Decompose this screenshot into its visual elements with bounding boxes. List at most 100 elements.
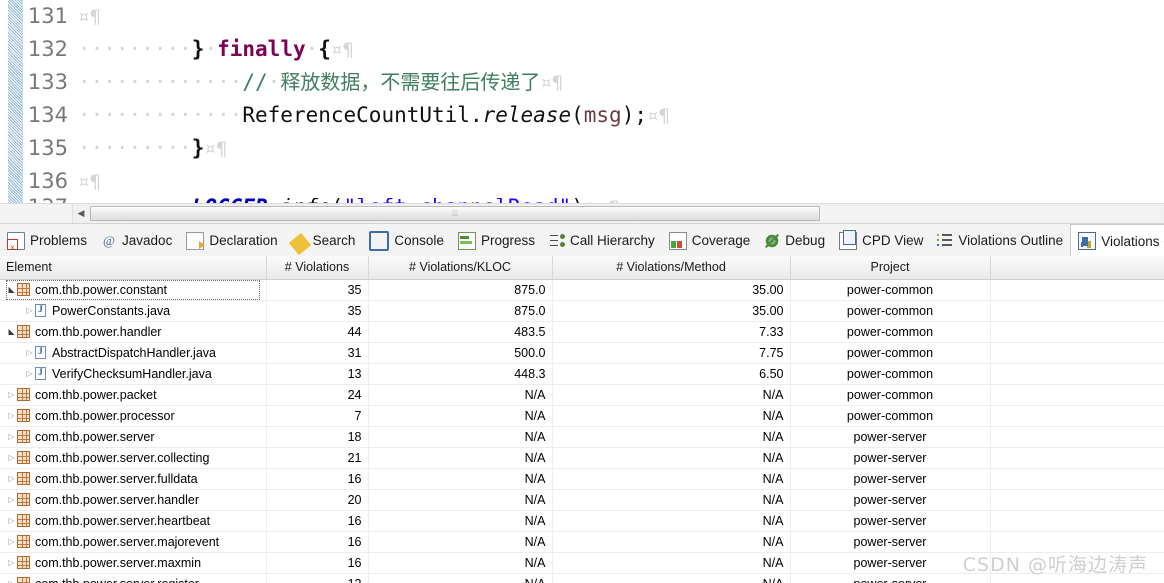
tree-collapsed-arrow-icon[interactable]: ▷ (6, 490, 17, 510)
code-line[interactable]: 136 ¤¶ (22, 165, 1164, 198)
column-header--violations[interactable]: # Violations (266, 256, 369, 280)
tree-expanded-arrow-icon[interactable]: ◢ (2, 284, 22, 295)
tab-coverage[interactable]: Coverage (662, 224, 758, 257)
table-row[interactable]: ◢ com.thb.power.handler 44 483.5 7.33 power-c… (0, 321, 1164, 343)
element-cell[interactable]: ◢ com.thb.power.handler (0, 321, 267, 343)
element-cell[interactable]: ▷ VerifyChecksumHandler.java (0, 363, 267, 385)
tree-expanded-arrow-icon[interactable]: ◢ (2, 326, 22, 337)
package-icon (17, 577, 30, 583)
element-cell[interactable]: ▷ com.thb.power.server.handler (0, 489, 267, 511)
column-header--violations-kloc[interactable]: # Violations/KLOC (368, 256, 553, 280)
table-row[interactable]: ▷ com.thb.power.server.handler 20 N/A N/A pow… (0, 489, 1164, 511)
table-row[interactable]: ▷ com.thb.power.server.maxmin 16 N/A N/A powe… (0, 552, 1164, 574)
element-cell[interactable]: ▷ com.thb.power.server.register (0, 573, 267, 583)
tab-console[interactable]: Console (362, 224, 451, 257)
table-row[interactable]: ▷ com.thb.power.packet 24 N/A N/A power-commo… (0, 384, 1164, 406)
tab-violations-outline[interactable]: Violations Outline (930, 224, 1070, 257)
violations-overview-table[interactable]: Element # Violations # Violations/KLOC # Vi… (0, 256, 1164, 583)
tree-collapsed-arrow-icon[interactable]: ▷ (6, 448, 17, 468)
table-row[interactable]: ▷ com.thb.power.server.majorevent 16 N/A N/A… (0, 531, 1164, 553)
table-header-row[interactable]: Element # Violations # Violations/KLOC # Vi… (0, 256, 1164, 280)
column-header-project[interactable]: Project (790, 256, 991, 280)
table-row[interactable]: ▷ VerifyChecksumHandler.java 13448.36.50po… (0, 363, 1164, 385)
violations-per-kloc-cell: N/A (368, 531, 553, 553)
tree-collapsed-arrow-icon[interactable]: ▷ (6, 406, 17, 426)
code-token-dots: ········· (78, 37, 192, 61)
code-line[interactable]: 135 ·········}¤¶ (22, 132, 1164, 165)
element-cell[interactable]: ▷ com.thb.power.server.majorevent (0, 531, 267, 553)
tree-collapsed-arrow-icon[interactable]: ▷ (24, 343, 35, 363)
tab-search[interactable]: Search (285, 224, 363, 257)
table-row[interactable]: ▷ com.thb.power.server.collecting 21 N/A N/A… (0, 447, 1164, 469)
violations-per-kloc-cell: N/A (368, 552, 553, 574)
element-cell[interactable]: ▷ com.thb.power.packet (0, 384, 267, 406)
blank-cell (990, 279, 1164, 301)
tab-label: Problems (30, 233, 88, 248)
java-file-icon (35, 346, 46, 359)
column-header--violations-method[interactable]: # Violations/Method (552, 256, 791, 280)
code-token-dot: · (305, 37, 319, 61)
scrollbar-corner (0, 204, 73, 223)
code-editor[interactable]: 131 ¤¶ 132 ·········}·finally·{¤¶ 133 ·······… (0, 0, 1164, 203)
progress-icon (457, 231, 476, 250)
table-row[interactable]: ▷com.thb.power.server.register12N/AN/Apo… (0, 573, 1164, 583)
table-row[interactable]: ▷ PowerConstants.java 35875.035.00power-co… (0, 300, 1164, 322)
tree-collapsed-arrow-icon[interactable]: ▷ (6, 553, 17, 573)
tree-collapsed-arrow-icon[interactable]: ▷ (6, 469, 17, 489)
tree-collapsed-arrow-icon[interactable]: ▷ (6, 532, 17, 552)
element-cell[interactable]: ▷ PowerConstants.java (0, 300, 267, 322)
tab-debug[interactable]: Debug (757, 224, 832, 257)
element-cell[interactable]: ▷ AbstractDispatchHandler.java (0, 342, 267, 364)
view-tab-bar[interactable]: Problems @ Javadoc Declaration Search Console… (0, 223, 1164, 257)
tree-collapsed-arrow-icon[interactable]: ▷ (6, 385, 17, 405)
element-cell[interactable]: ▷ com.thb.power.processor (0, 405, 267, 427)
element-cell[interactable]: ◢ com.thb.power.constant (0, 279, 267, 301)
violations-count-cell: 16 (266, 468, 369, 490)
tree-collapsed-arrow-icon[interactable]: ▷ (24, 301, 35, 321)
tree-collapsed-arrow-icon[interactable]: ▷ (6, 511, 17, 531)
tab-cpd-view[interactable]: CPD View (832, 224, 930, 257)
tab-call-hierarchy[interactable]: Call Hierarchy (542, 224, 662, 257)
code-line[interactable]: 131 ¤¶ (22, 0, 1164, 33)
code-line[interactable]: 134 ·············ReferenceCountUtil.relea… (22, 99, 1164, 132)
tab-progress[interactable]: Progress (451, 224, 542, 257)
problems-icon (7, 231, 25, 252)
tree-collapsed-arrow-icon[interactable]: ▷ (6, 427, 17, 447)
code-line[interactable]: 133 ·············//·释放数据，不需要往后传递了¤¶ (22, 66, 1164, 99)
column-header-element[interactable]: Element (0, 256, 267, 280)
table-row[interactable]: ▷ com.thb.power.server.fulldata 16 N/A N/A po… (0, 468, 1164, 490)
scroll-left-arrow[interactable]: ◀ (72, 204, 90, 223)
element-cell[interactable]: ▷ com.thb.power.server (0, 426, 267, 448)
package-icon (17, 493, 30, 506)
element-cell[interactable]: ▷ com.thb.power.server.fulldata (0, 468, 267, 490)
violations-per-kloc-cell: 500.0 (368, 342, 553, 364)
element-cell[interactable]: ▷ com.thb.power.server.heartbeat (0, 510, 267, 532)
project-cell: power-server (790, 447, 991, 469)
code-token-brace: { (318, 37, 331, 61)
table-row[interactable]: ▷ com.thb.power.processor 7 N/A N/A power-com… (0, 405, 1164, 427)
tab-declaration[interactable]: Declaration (179, 224, 284, 257)
table-row[interactable]: ▷ AbstractDispatchHandler.java 31500.07.75… (0, 342, 1164, 364)
tab-javadoc[interactable]: @ Javadoc (94, 224, 179, 257)
table-row[interactable]: ▷ com.thb.power.server.heartbeat 16 N/A N/A p… (0, 510, 1164, 532)
tree-collapsed-arrow-icon[interactable]: ▷ (24, 364, 35, 384)
element-name: com.thb.power.server.handler (35, 492, 199, 507)
tab-problems[interactable]: Problems (0, 224, 94, 257)
tree-collapsed-arrow-icon[interactable]: ▷ (6, 574, 17, 583)
editor-code-area[interactable]: 131 ¤¶ 132 ·········}·finally·{¤¶ 133 ·······… (22, 0, 1164, 203)
code-line[interactable]: 132 ·········}·finally·{¤¶ (22, 33, 1164, 66)
package-icon (17, 556, 30, 569)
editor-horizontal-scrollbar[interactable]: ◀ ⦙⦙⦙ (0, 203, 1164, 223)
table-row[interactable]: ▷ com.thb.power.server 18 N/A N/A power-serve… (0, 426, 1164, 448)
tab-violations-overview[interactable]: Violations Overview✕ (1070, 224, 1164, 257)
column-header-blank[interactable] (990, 256, 1164, 280)
violations-count-cell: 13 (266, 363, 369, 385)
violations-count-cell: 12 (266, 573, 369, 583)
scrollbar-thumb[interactable]: ⦙⦙⦙ (90, 206, 820, 221)
blank-cell (990, 342, 1164, 364)
violations-per-method-cell: N/A (552, 384, 791, 406)
table-row[interactable]: ◢ com.thb.power.constant 35 875.0 35.00 power… (0, 279, 1164, 301)
element-cell[interactable]: ▷ com.thb.power.server.collecting (0, 447, 267, 469)
element-cell[interactable]: ▷ com.thb.power.server.maxmin (0, 552, 267, 574)
violations-per-kloc-cell: 483.5 (368, 321, 553, 343)
